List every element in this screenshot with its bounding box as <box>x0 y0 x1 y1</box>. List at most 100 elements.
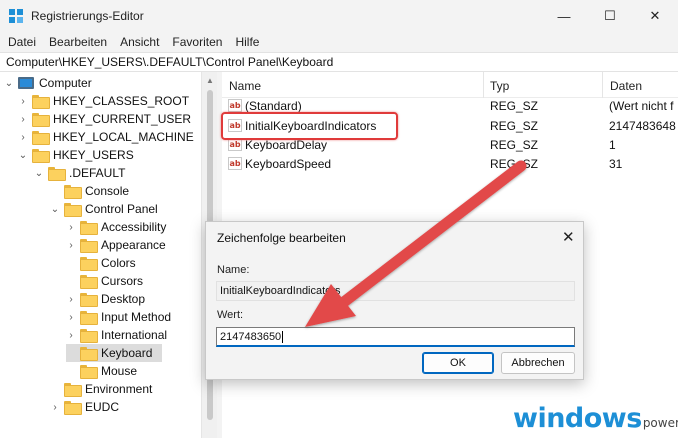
chevron-down-icon[interactable]: ⌄ <box>4 78 14 89</box>
menu-favoriten[interactable]: Favoriten <box>170 35 229 49</box>
chevron-right-icon[interactable]: › <box>66 222 76 233</box>
menu-bar: Datei Bearbeiten Ansicht Favoriten Hilfe <box>0 32 678 52</box>
folder-icon <box>80 257 98 271</box>
tree-item-cursors[interactable]: Cursors <box>66 272 143 290</box>
tree-item-international[interactable]: › International <box>66 326 167 344</box>
tree-item-control-panel[interactable]: ⌄ Control Panel <box>50 200 158 218</box>
name-field: InitialKeyboardIndicators <box>216 281 575 301</box>
folder-icon <box>80 329 98 343</box>
chevron-right-icon[interactable]: › <box>66 294 76 305</box>
chevron-right-icon[interactable]: › <box>18 114 28 125</box>
tree-item-label: Input Method <box>101 310 172 324</box>
value-data: 2147483648 <box>609 119 676 133</box>
chevron-down-icon[interactable]: ⌄ <box>34 168 44 179</box>
tree-item-default[interactable]: ⌄ .DEFAULT <box>34 164 125 182</box>
folder-icon <box>80 221 98 235</box>
column-header-data[interactable]: Daten <box>610 79 642 93</box>
tree-item-label: HKEY_USERS <box>53 148 134 162</box>
tree-item-label: Keyboard <box>101 346 153 360</box>
chevron-right-icon[interactable]: › <box>66 240 76 251</box>
folder-icon <box>32 113 50 127</box>
folder-icon <box>80 311 98 325</box>
value-label: Wert: <box>217 309 244 321</box>
chevron-down-icon[interactable]: ⌄ <box>50 204 60 215</box>
scroll-up-arrow-icon[interactable]: ▲ <box>206 76 214 85</box>
value-input[interactable]: 2147483650 <box>216 327 575 347</box>
tree-item-console[interactable]: Console <box>50 182 129 200</box>
address-bar[interactable]: Computer\HKEY_USERS\.DEFAULT\Control Pan… <box>0 52 678 72</box>
dialog-title: Zeichenfolge bearbeiten <box>217 231 346 245</box>
folder-icon <box>32 131 50 145</box>
menu-ansicht[interactable]: Ansicht <box>118 35 166 49</box>
tree-item-hkey-classes-root[interactable]: › HKEY_CLASSES_ROOT <box>18 92 189 110</box>
edit-string-dialog: Zeichenfolge bearbeiten ✕ Name: InitialK… <box>205 221 584 380</box>
tree-item-label: Desktop <box>101 292 146 306</box>
minimize-icon: — <box>557 8 571 24</box>
tree-item-eudc[interactable]: › EUDC <box>50 398 119 416</box>
tree-item-label: Accessibility <box>101 220 167 234</box>
column-separator[interactable] <box>602 72 603 98</box>
tree-item-hkey-users[interactable]: ⌄ HKEY_USERS <box>18 146 134 164</box>
minimize-button[interactable]: — <box>541 0 587 32</box>
watermark-main-text: windows <box>513 403 642 434</box>
folder-icon <box>32 149 50 163</box>
chevron-right-icon[interactable]: › <box>66 330 76 341</box>
folder-icon <box>64 401 82 415</box>
ok-button[interactable]: OK <box>422 352 494 374</box>
value-data: 31 <box>609 157 623 171</box>
tree-item-label: Computer <box>39 76 92 90</box>
tree-item-label: Appearance <box>101 238 166 252</box>
value-data: (Wert nicht f <box>609 99 674 113</box>
maximize-icon: ☐ <box>604 8 616 23</box>
column-header-type[interactable]: Typ <box>490 79 509 93</box>
tree-item-hkey-current-user[interactable]: › HKEY_CURRENT_USER <box>18 110 191 128</box>
folder-icon <box>64 203 82 217</box>
cancel-button[interactable]: Abbrechen <box>501 352 575 374</box>
value-name: (Standard) <box>245 99 302 113</box>
chevron-right-icon[interactable]: › <box>18 96 28 107</box>
tree-item-computer[interactable]: ⌄ Computer <box>4 74 92 92</box>
folder-icon <box>32 95 50 109</box>
watermark-sub-text: power <box>642 416 678 430</box>
tree-item-hkey-local-machine[interactable]: › HKEY_LOCAL_MACHINE <box>18 128 194 146</box>
annotation-highlight-box <box>221 112 398 140</box>
menu-bearbeiten[interactable]: Bearbeiten <box>47 35 114 49</box>
tree-item-label: Colors <box>101 256 136 270</box>
tree-item-mouse[interactable]: Mouse <box>66 362 137 380</box>
tree-item-input-method[interactable]: › Input Method <box>66 308 171 326</box>
value-type: REG_SZ <box>490 138 539 152</box>
folder-icon <box>64 383 82 397</box>
maximize-button[interactable]: ☐ <box>587 0 633 32</box>
menu-datei[interactable]: Datei <box>6 35 43 49</box>
close-icon: ✕ <box>649 8 661 23</box>
title-bar: Registrierungs-Editor — ☐ ✕ <box>0 0 678 32</box>
tree-item-accessibility[interactable]: › Accessibility <box>66 218 166 236</box>
column-header-name[interactable]: Name <box>229 79 261 93</box>
key-tree: ⌄ Computer › HKEY_CLASSES_ROOT › HKEY_CU… <box>0 72 217 438</box>
tree-item-appearance[interactable]: › Appearance <box>66 236 166 254</box>
tree-item-label: .DEFAULT <box>69 166 126 180</box>
name-label: Name: <box>217 264 250 276</box>
column-separator[interactable] <box>483 72 484 98</box>
close-button[interactable]: ✕ <box>632 0 678 32</box>
folder-icon <box>80 275 98 289</box>
list-header: Name Typ Daten <box>222 72 678 98</box>
menu-hilfe[interactable]: Hilfe <box>233 35 266 49</box>
chevron-right-icon[interactable]: › <box>50 402 60 413</box>
dialog-close-icon[interactable]: ✕ <box>562 228 575 246</box>
folder-icon <box>64 185 82 199</box>
chevron-down-icon[interactable]: ⌄ <box>18 150 28 161</box>
text-caret <box>282 331 284 344</box>
tree-item-environment[interactable]: Environment <box>50 380 152 398</box>
folder-icon <box>80 293 98 307</box>
value-type: REG_SZ <box>490 157 539 171</box>
value-name: KeyboardSpeed <box>245 157 332 171</box>
tree-item-label: HKEY_LOCAL_MACHINE <box>53 130 194 144</box>
list-row-keyboardspeed[interactable]: ab KeyboardSpeed REG_SZ 31 <box>222 155 678 174</box>
tree-item-colors[interactable]: Colors <box>66 254 136 272</box>
chevron-right-icon[interactable]: › <box>18 132 28 143</box>
chevron-right-icon[interactable]: › <box>66 312 76 323</box>
tree-item-keyboard[interactable]: Keyboard <box>66 344 162 362</box>
tree-item-desktop[interactable]: › Desktop <box>66 290 145 308</box>
tree-item-label: HKEY_CLASSES_ROOT <box>53 94 190 108</box>
